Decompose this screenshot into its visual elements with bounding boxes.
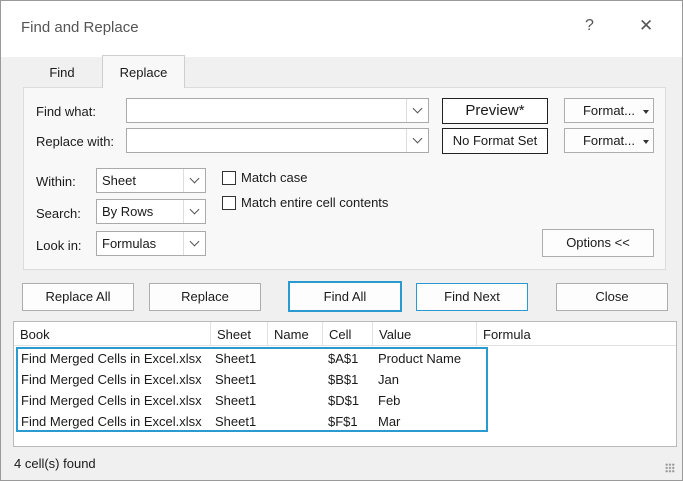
chevron-down-icon[interactable] [183, 232, 205, 255]
row-cell: $A$1 [328, 351, 359, 366]
search-label: Search: [36, 206, 81, 221]
replace-with-input[interactable] [126, 128, 429, 153]
column-header-formula[interactable]: Formula [477, 322, 676, 346]
chevron-down-icon[interactable] [183, 200, 205, 223]
row-sheet: Sheet1 [215, 414, 257, 429]
replace-all-button[interactable]: Replace All [22, 283, 134, 311]
chevron-down-icon[interactable] [406, 99, 428, 122]
find-next-button[interactable]: Find Next [416, 283, 528, 311]
within-select[interactable]: Sheet [96, 168, 206, 193]
match-entire-checkbox[interactable] [222, 196, 236, 210]
chevron-down-icon[interactable] [406, 129, 428, 152]
chevron-down-icon[interactable] [183, 169, 205, 192]
status-text: 4 cell(s) found [14, 456, 96, 471]
find-format-button[interactable]: Format... [564, 98, 654, 123]
look-in-label: Look in: [36, 238, 82, 253]
tab-replace[interactable]: Replace [102, 55, 185, 88]
column-header-value[interactable]: Value [373, 322, 477, 346]
replace-with-label: Replace with: [36, 134, 115, 149]
column-header-book[interactable]: Book [14, 322, 211, 346]
options-button[interactable]: Options << [542, 229, 654, 257]
tab-find[interactable]: Find [23, 57, 101, 87]
row-sheet: Sheet1 [215, 351, 257, 366]
column-header-sheet[interactable]: Sheet [211, 322, 268, 346]
format-preview: Preview* [442, 98, 548, 124]
row-cell: $D$1 [328, 393, 360, 408]
row-book: Find Merged Cells in Excel.xlsx [21, 414, 202, 429]
row-value: Product Name [378, 351, 462, 366]
row-value: Jan [378, 372, 399, 387]
row-sheet: Sheet1 [215, 372, 257, 387]
row-cell: $B$1 [328, 372, 359, 387]
find-what-input[interactable] [126, 98, 429, 123]
within-label: Within: [36, 174, 76, 189]
dropdown-arrow-icon [643, 140, 649, 144]
results-header: Book Sheet Name Cell Value Formula [14, 322, 676, 346]
replace-button[interactable]: Replace [149, 283, 261, 311]
close-icon[interactable]: ✕ [639, 16, 653, 36]
column-header-name[interactable]: Name [268, 322, 323, 346]
replace-format-preview: No Format Set [442, 128, 548, 154]
status-bar: 4 cell(s) found [13, 453, 677, 475]
resize-grip-icon[interactable] [665, 463, 675, 473]
column-header-cell[interactable]: Cell [323, 322, 373, 346]
title-bar: Find and Replace ? ✕ [1, 1, 682, 57]
replace-panel: Find what: Preview* Format... Replace wi… [23, 87, 666, 270]
row-book: Find Merged Cells in Excel.xlsx [21, 372, 202, 387]
row-cell: $F$1 [328, 414, 358, 429]
row-book: Find Merged Cells in Excel.xlsx [21, 351, 202, 366]
help-icon[interactable]: ? [585, 17, 594, 35]
find-all-button[interactable]: Find All [288, 281, 402, 312]
match-case-checkbox[interactable] [222, 171, 236, 185]
dropdown-arrow-icon [643, 110, 649, 114]
look-in-select[interactable]: Formulas [96, 231, 206, 256]
row-sheet: Sheet1 [215, 393, 257, 408]
search-select[interactable]: By Rows [96, 199, 206, 224]
replace-format-button[interactable]: Format... [564, 128, 654, 153]
find-what-label: Find what: [36, 104, 96, 119]
row-value: Feb [378, 393, 401, 408]
results-list[interactable]: Book Sheet Name Cell Value Formula Find … [13, 321, 677, 447]
row-value: Mar [378, 414, 401, 429]
window-title: Find and Replace [21, 19, 139, 36]
row-book: Find Merged Cells in Excel.xlsx [21, 393, 202, 408]
find-replace-dialog: Find and Replace ? ✕ Find Replace Find w… [0, 0, 683, 481]
close-button[interactable]: Close [556, 283, 668, 311]
